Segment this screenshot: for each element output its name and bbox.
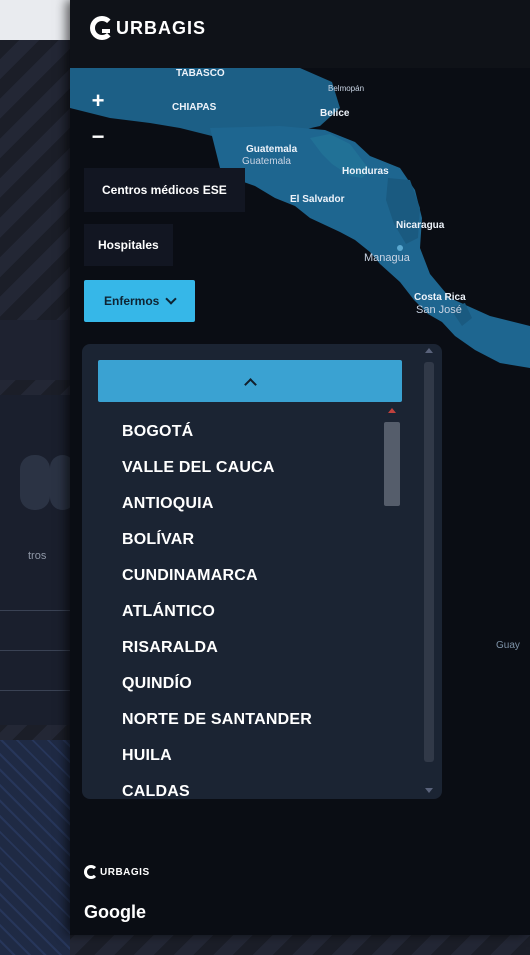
google-attribution: Google <box>84 902 146 922</box>
map-label-el-salvador: El Salvador <box>290 194 345 205</box>
map-label-belice: Belice <box>320 108 350 119</box>
map-label-belmopan: Belmopán <box>328 84 365 93</box>
zoom-in-button[interactable]: + <box>86 88 110 114</box>
map-label-tabasco: TABASCO <box>176 68 225 79</box>
centros-medicos-layer-button[interactable]: Centros médicos ESE <box>84 168 245 212</box>
department-item-bogota[interactable]: BOGOTÁ <box>122 414 392 450</box>
department-list: BOGOTÁ VALLE DEL CAUCA ANTIOQUIA BOLÍVAR… <box>122 414 392 799</box>
map-label-nicaragua: Nicaragua <box>396 220 445 231</box>
department-item-risaralda[interactable]: RISARALDA <box>122 630 392 666</box>
header-bar: URBAGIS <box>70 0 530 69</box>
map-label-guatemala-city: Guatemala <box>242 156 291 167</box>
map-label-san-jose: San José <box>416 304 462 316</box>
enfermos-layer-button[interactable]: Enfermos <box>84 280 196 322</box>
map-label-managua: Managua <box>364 252 410 264</box>
centros-medicos-label: Centros médicos ESE <box>102 183 227 197</box>
background-pill <box>20 455 50 510</box>
zoom-out-button[interactable]: − <box>86 124 110 150</box>
department-item-valle-del-cauca[interactable]: VALLE DEL CAUCA <box>122 450 392 486</box>
department-item-atlantico[interactable]: ATLÁNTICO <box>122 594 392 630</box>
hospitales-label: Hospitales <box>98 238 159 252</box>
background-divider <box>0 690 70 691</box>
map-label-costa-rica: Costa Rica <box>414 292 466 303</box>
logo-text: URBAGIS <box>116 17 207 38</box>
map-label-guyana: Guay <box>496 640 520 651</box>
department-item-bolivar[interactable]: BOLÍVAR <box>122 522 392 558</box>
collapse-dropdown-button[interactable] <box>98 360 402 402</box>
department-item-caldas[interactable]: CALDAS <box>122 774 392 799</box>
footer-brand-logo: URBAGIS <box>84 865 150 879</box>
background-panel <box>0 320 70 380</box>
background-header <box>0 0 70 40</box>
background-divider <box>0 650 70 651</box>
department-dropdown[interactable]: BOGOTÁ VALLE DEL CAUCA ANTIOQUIA BOLÍVAR… <box>82 344 442 799</box>
background-map <box>0 740 70 955</box>
footer-brand-text: URBAGIS <box>100 866 150 878</box>
department-item-norte-de-santander[interactable]: NORTE DE SANTANDER <box>122 702 392 738</box>
map-label-guatemala-country: Guatemala <box>246 144 298 155</box>
urbagis-logo: URBAGIS <box>90 16 206 40</box>
list-scroll-up-icon[interactable] <box>388 408 396 413</box>
map-window: URBAGIS TABASCO CHIAPAS Belmopán Belice … <box>70 0 530 935</box>
map-canvas[interactable]: TABASCO CHIAPAS Belmopán Belice Guatemal… <box>70 68 530 935</box>
department-item-antioquia[interactable]: ANTIOQUIA <box>122 486 392 522</box>
department-item-quindio[interactable]: QUINDÍO <box>122 666 392 702</box>
background-divider <box>0 610 70 611</box>
scroll-up-arrow-icon[interactable] <box>425 348 433 353</box>
chevron-up-icon <box>243 377 257 391</box>
enfermos-label: Enfermos <box>104 294 160 308</box>
background-text: tros <box>28 550 47 562</box>
map-label-chiapas: CHIAPAS <box>172 102 217 113</box>
map-label-honduras: Honduras <box>342 166 389 177</box>
department-item-cundinamarca[interactable]: CUNDINAMARCA <box>122 558 392 594</box>
department-item-huila[interactable]: HUILA <box>122 738 392 774</box>
hospitales-layer-button[interactable]: Hospitales <box>84 224 173 266</box>
scroll-down-arrow-icon[interactable] <box>425 788 433 793</box>
dropdown-scrollbar-thumb[interactable] <box>424 362 434 762</box>
chevron-down-icon <box>165 293 178 305</box>
footer-logo-mark-icon <box>84 865 98 879</box>
logo-mark-icon <box>90 16 114 40</box>
